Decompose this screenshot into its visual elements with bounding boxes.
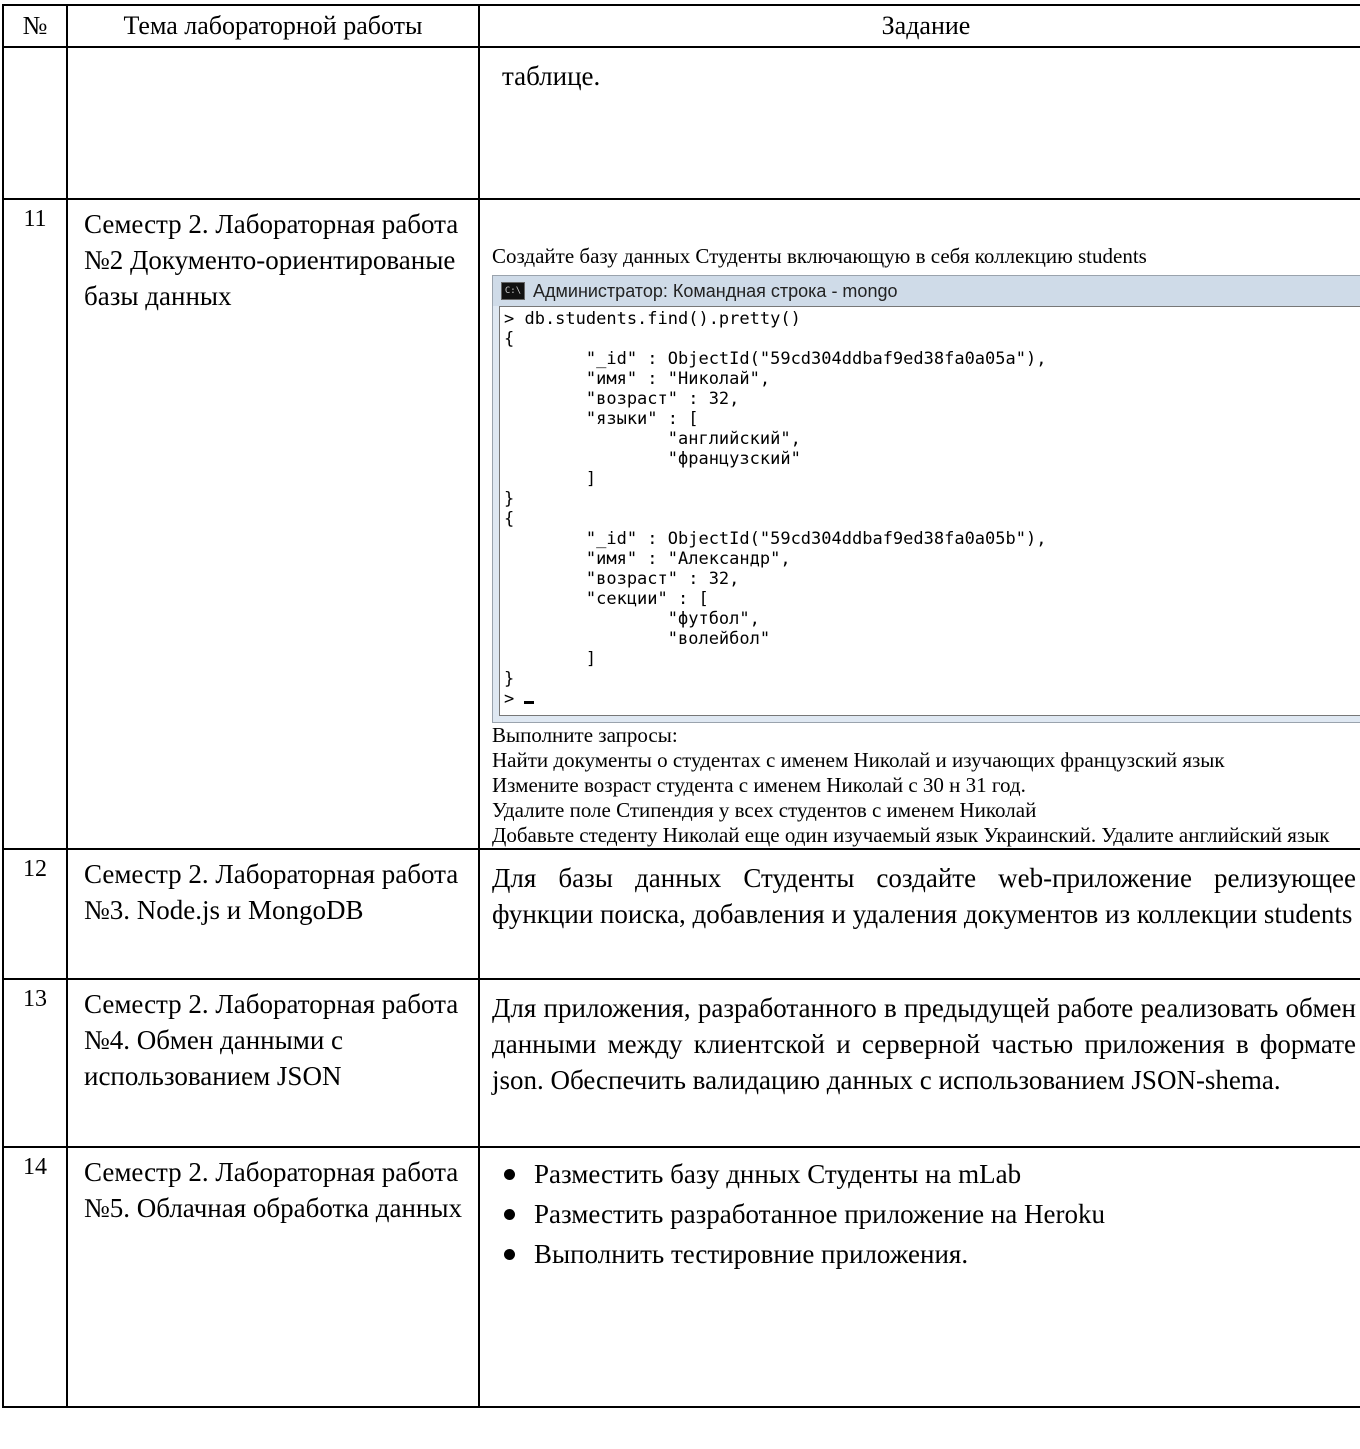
task-text: Для приложения, разработанного в предыду… [492,993,1356,1095]
header-task: Задание [478,4,1360,48]
list-item: Выполнить тестировние приложения. [492,1236,1360,1272]
continued-task-text: таблице. [502,61,601,91]
header-topic: Тема лабораторной работы [66,4,480,48]
console-text: > db.students.find().pretty() { "_id" : … [504,309,1047,709]
lab-task: Разместить базу днных Студенты на mLab Р… [478,1146,1360,1408]
task-text: Для базы данных Студенты создайте web-пр… [492,863,1356,929]
cursor-icon [524,701,535,704]
lab-topic: Семестр 2. Лабораторная работа №2 Докуме… [66,198,480,850]
lab-table: № Тема лабораторной работы Задание табли… [2,4,1360,1408]
table-row: таблице. [2,46,1360,200]
bullet-icon [504,1209,515,1220]
row-number: 11 [2,198,68,850]
lab-task: Для базы данных Студенты создайте web-пр… [478,848,1360,980]
query-line: Найти документы о студентах с именем Ник… [492,748,1225,772]
command-prompt-icon: C:\ [501,282,525,300]
table-row: 11 Семестр 2. Лабораторная работа №2 Док… [2,198,1360,850]
console-window: C:\ Администратор: Командная строка - mo… [492,275,1360,723]
bullet-icon [504,1169,515,1180]
header-row: № Тема лабораторной работы Задание [2,4,1360,48]
list-item: Разместить разработанное приложение на H… [492,1196,1360,1232]
lab-topic: Семестр 2. Лабораторная работа №3. Node.… [66,848,480,980]
row-number: 13 [2,978,68,1148]
header-num: № [2,4,68,48]
query-line: Измените возраст студента с именем Никол… [492,773,1026,797]
row-number: 14 [2,1146,68,1408]
console-titlebar: C:\ Администратор: Командная строка - mo… [493,276,1360,306]
task-list: Разместить базу днных Студенты на mLab Р… [492,1148,1360,1272]
query-line: Выполните запросы: [492,723,678,747]
console-title: Администратор: Командная строка - mongo [533,280,898,301]
lab-topic: Семестр 2. Лабораторная работа №5. Облач… [66,1146,480,1408]
console-output: > db.students.find().pretty() { "_id" : … [499,306,1360,716]
row-number: 12 [2,848,68,980]
query-line: Добавьте стеденту Николай еще один изуча… [492,823,1330,847]
lab-task: Для приложения, разработанного в предыду… [478,978,1360,1148]
lab-task: Создайте базу данных Студенты включающую… [478,198,1360,850]
bullet-icon [504,1249,515,1260]
task-intro: Создайте базу данных Студенты включающую… [492,244,1147,268]
table-row: 14 Семестр 2. Лабораторная работа №5. Об… [2,1146,1360,1408]
table-row: 13 Семестр 2. Лабораторная работа №4. Об… [2,978,1360,1148]
table-row: 12 Семестр 2. Лабораторная работа №3. No… [2,848,1360,980]
query-line: Удалите поле Стипендия у всех студентов … [492,798,1037,822]
lab-topic: Семестр 2. Лабораторная работа №4. Обмен… [66,978,480,1148]
list-item: Разместить базу днных Студенты на mLab [492,1156,1360,1192]
